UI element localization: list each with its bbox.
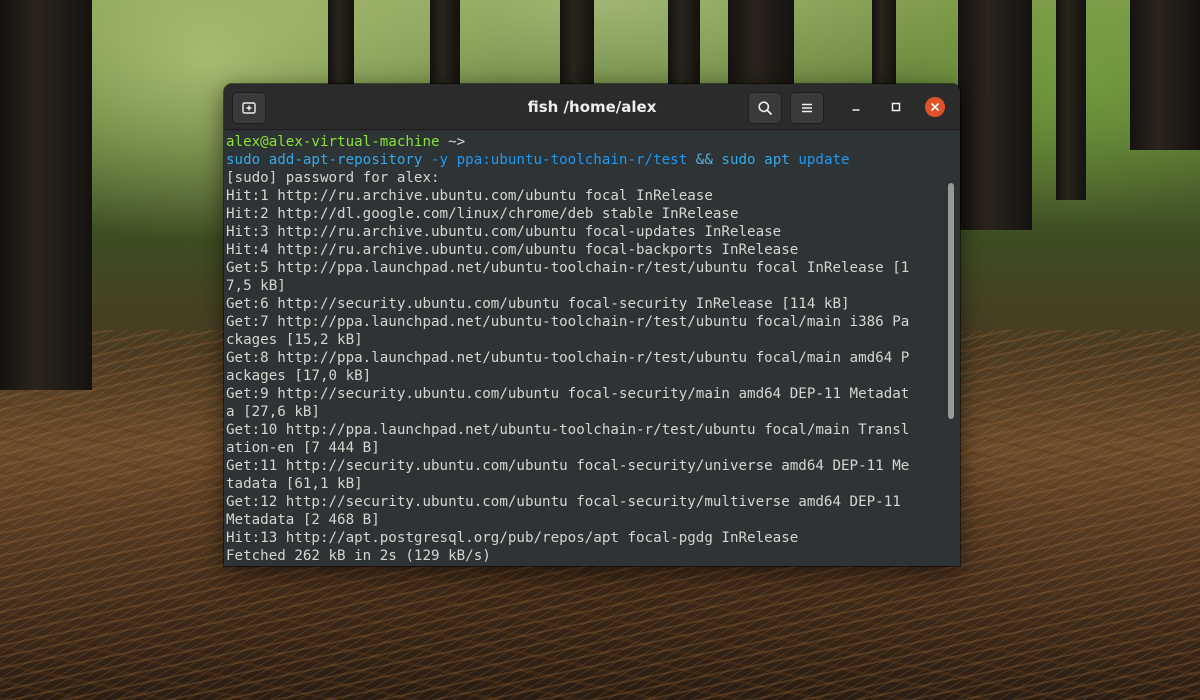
output-line: Get:6 http://security.ubuntu.com/ubuntu … xyxy=(226,296,850,312)
output-line: Hit:2 http://dl.google.com/linux/chrome/… xyxy=(226,206,739,222)
search-button[interactable] xyxy=(748,92,782,124)
output-line: ckages [15,2 kB] xyxy=(226,332,363,348)
tree-trunk xyxy=(1056,0,1086,200)
output-line: Fetched 262 kB in 2s (129 kB/s) xyxy=(226,548,491,564)
tree-trunk xyxy=(328,0,354,84)
minimize-icon xyxy=(852,109,860,111)
tree-trunk xyxy=(1130,0,1200,150)
command-line: sudo add-apt-repository -y ppa:ubuntu-to… xyxy=(226,151,960,169)
tree-trunk xyxy=(0,0,92,390)
output-line: Get:9 http://security.ubuntu.com/ubuntu … xyxy=(226,386,910,402)
command-token: apt xyxy=(755,152,790,168)
command-token: && xyxy=(687,152,713,168)
output-line: Get:7 http://ppa.launchpad.net/ubuntu-to… xyxy=(226,314,910,330)
window-title: fish /home/alex xyxy=(527,98,657,116)
command-token: add-apt-repository xyxy=(260,152,423,168)
output-line: Get:8 http://ppa.launchpad.net/ubuntu-to… xyxy=(226,350,910,366)
prompt-cwd: ~> xyxy=(439,134,466,150)
terminal-output[interactable]: alex@alex-virtual-machine ~> sudo add-ap… xyxy=(224,131,960,566)
terminal-window: fish /home/alex alex@alex-virtual-machin… xyxy=(224,84,960,566)
tree-trunk xyxy=(430,0,460,84)
hamburger-menu-icon xyxy=(802,103,812,113)
prompt-user-host: alex@alex-virtual-machine xyxy=(226,134,440,150)
command-token: ppa:ubuntu-toolchain-r/test xyxy=(448,152,688,168)
command-token: sudo xyxy=(226,152,261,168)
command-token: update xyxy=(789,152,850,168)
tree-trunk xyxy=(668,0,700,84)
command-token: -y xyxy=(422,152,449,168)
maximize-button[interactable] xyxy=(886,97,906,117)
new-tab-button[interactable] xyxy=(232,92,266,124)
output-line: Metadata [2 468 B] xyxy=(226,512,380,528)
minimize-button[interactable] xyxy=(846,97,866,117)
output-line: Hit:3 http://ru.archive.ubuntu.com/ubunt… xyxy=(226,224,782,240)
output-line: ackages [17,0 kB] xyxy=(226,368,372,384)
output-line: tadata [61,1 kB] xyxy=(226,476,363,492)
output-line: ation-en [7 444 B] xyxy=(226,440,380,456)
output-line: Get:10 http://ppa.launchpad.net/ubuntu-t… xyxy=(226,422,910,438)
output-line: Hit:4 http://ru.archive.ubuntu.com/ubunt… xyxy=(226,242,799,258)
close-icon xyxy=(931,103,939,111)
output-line: a [27,6 kB] xyxy=(226,404,320,420)
output-line: Get:5 http://ppa.launchpad.net/ubuntu-to… xyxy=(226,260,910,276)
output-line: 7,5 kB] xyxy=(226,278,286,294)
shell-prompt: alex@alex-virtual-machine ~> xyxy=(226,133,960,151)
command-token: sudo xyxy=(712,152,756,168)
output-line: Hit:1 http://ru.archive.ubuntu.com/ubunt… xyxy=(226,188,713,204)
search-icon xyxy=(758,101,772,115)
new-tab-icon xyxy=(242,102,256,114)
output-line: [sudo] password for alex: xyxy=(226,170,440,186)
close-button[interactable] xyxy=(925,97,945,117)
output-line: Hit:13 http://apt.postgresql.org/pub/rep… xyxy=(226,530,799,546)
header-bar: fish /home/alex xyxy=(224,84,960,130)
output-line: Get:12 http://security.ubuntu.com/ubuntu… xyxy=(226,494,901,510)
tree-trunk xyxy=(560,0,594,84)
tree-trunk xyxy=(958,0,1032,230)
tree-trunk xyxy=(728,0,794,84)
output-line: Get:11 http://security.ubuntu.com/ubuntu… xyxy=(226,458,910,474)
terminal-scrollbar[interactable] xyxy=(948,183,954,419)
tree-trunk xyxy=(872,0,896,84)
maximize-icon xyxy=(891,102,901,112)
menu-button[interactable] xyxy=(790,92,824,124)
